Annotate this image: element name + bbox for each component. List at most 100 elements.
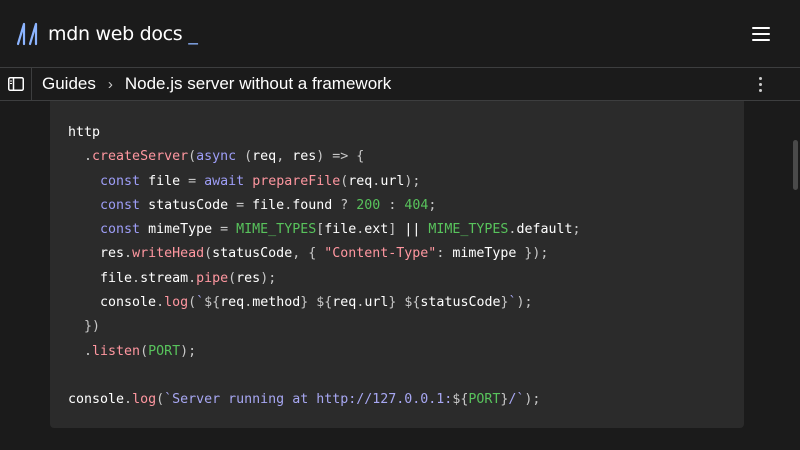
- code-line: file.stream.pipe(res);: [68, 267, 581, 291]
- code-token: );: [516, 295, 533, 311]
- code-token: prepareFile: [252, 173, 341, 189]
- more-vertical-icon[interactable]: [748, 68, 772, 100]
- code-token: const: [100, 197, 141, 213]
- code-line: const statusCode = file.found ? 200 : 40…: [68, 194, 581, 218]
- code-token: req: [220, 295, 245, 311]
- code-token: statusCode: [212, 246, 293, 262]
- code-token: `: [508, 295, 517, 311]
- code-token: ext: [364, 222, 389, 238]
- code-token: (: [188, 149, 197, 165]
- code-token: const: [100, 222, 141, 238]
- logo-text: mdn web docs: [48, 23, 183, 45]
- code-token: await: [204, 173, 245, 189]
- code-token: .: [156, 295, 165, 311]
- code-token: ${: [316, 295, 333, 311]
- code-token: ||: [404, 222, 421, 238]
- code-token: res: [292, 149, 317, 165]
- code-token: "Content-Type": [324, 246, 437, 262]
- code-token: .: [188, 270, 197, 286]
- code-line: http: [68, 121, 581, 145]
- code-token: ${: [204, 295, 221, 311]
- code-token: statusCode: [140, 197, 237, 213]
- code-token: ) => {: [316, 149, 365, 165]
- code-token: .: [132, 270, 141, 286]
- hamburger-menu-icon[interactable]: [748, 21, 774, 47]
- code-token: default: [516, 222, 573, 238]
- code-token: http: [68, 125, 101, 140]
- logo-cursor: _: [188, 23, 198, 45]
- breadcrumb-item-guides[interactable]: Guides: [42, 74, 96, 94]
- breadcrumb-bar: Guides › Node.js server without a framew…: [0, 67, 800, 101]
- code-token: `: [196, 295, 205, 311]
- sidebar-toggle-button[interactable]: [0, 68, 32, 100]
- code-line: const mimeType = MIME_TYPES[file.ext] ||…: [68, 218, 581, 242]
- code-line: .createServer(async (req, res) => {: [68, 145, 581, 169]
- breadcrumb: Guides › Node.js server without a framew…: [42, 68, 391, 100]
- code-token: stream: [140, 270, 189, 286]
- code-token: }): [84, 319, 101, 335]
- code-token: );: [260, 270, 277, 286]
- scrollbar-thumb[interactable]: [793, 140, 798, 190]
- code-token: url: [364, 295, 389, 311]
- code-token: );: [404, 173, 421, 189]
- code-token: .: [124, 246, 133, 262]
- code-token: found: [292, 197, 341, 213]
- code-token: async: [196, 149, 237, 165]
- breadcrumb-item-current[interactable]: Node.js server without a framework: [125, 74, 391, 94]
- code-token: =: [236, 197, 245, 213]
- code-token: file: [140, 173, 189, 189]
- code-token: , {: [292, 246, 325, 262]
- code-token: file: [68, 270, 133, 286]
- sidebar-toggle-icon: [7, 77, 24, 91]
- code-token: req: [348, 173, 373, 189]
- code-token: ;: [428, 197, 437, 213]
- code-token: (: [156, 392, 165, 408]
- code-token: (: [140, 343, 149, 359]
- code-token: }: [500, 295, 509, 311]
- code-token: =: [188, 173, 197, 189]
- code-line: .listen(PORT);: [68, 340, 581, 364]
- code-token: 404: [404, 197, 429, 213]
- code-token: =: [220, 222, 229, 238]
- code-token: res: [68, 246, 125, 262]
- code-token: PORT: [468, 392, 501, 408]
- code-token: ;: [572, 222, 581, 238]
- code-line: ​: [68, 364, 581, 388]
- code-line: }): [68, 315, 581, 339]
- code-token: log: [164, 295, 189, 311]
- code-token: log: [132, 392, 157, 408]
- code-line: res.writeHead(statusCode, { "Content-Typ…: [68, 242, 581, 266]
- code-token: res: [236, 270, 261, 286]
- code-token: (: [204, 246, 213, 262]
- code-token: .: [284, 197, 293, 213]
- code-token: req: [252, 149, 277, 165]
- code-token: ]: [388, 222, 405, 238]
- code-token: .: [84, 149, 93, 165]
- breadcrumb-separator: ›: [107, 75, 113, 93]
- code-token: ${: [404, 295, 421, 311]
- code-line: const file = await prepareFile(req.url);: [68, 170, 581, 194]
- code-token: mimeType: [452, 246, 525, 262]
- code-token: file: [244, 197, 285, 213]
- code-line: console.log(`Server running at http://12…: [68, 388, 581, 412]
- code-token: console: [68, 295, 157, 311]
- code-token: writeHead: [132, 246, 205, 262]
- code-token: PORT: [148, 343, 181, 359]
- code-token: :: [380, 197, 405, 213]
- code-token: file: [324, 222, 357, 238]
- code-token: );: [524, 392, 541, 408]
- code-token: (: [188, 295, 197, 311]
- code-token: const: [100, 173, 141, 189]
- code-token: pipe: [196, 270, 229, 286]
- mdn-logo[interactable]: mdn web docs _: [16, 20, 198, 48]
- code-token: url: [380, 173, 405, 189]
- mdn-m-icon: [16, 22, 38, 46]
- code-token: MIME_TYPES: [428, 222, 509, 238]
